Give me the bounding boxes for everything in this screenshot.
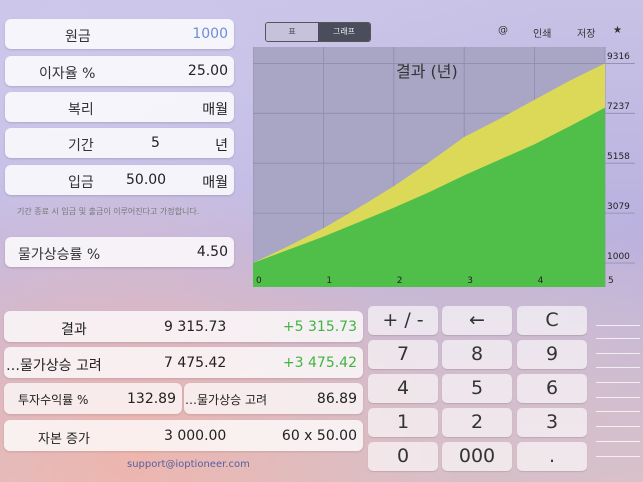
roi-adjusted-value: 86.89 — [316, 391, 357, 407]
divider-line — [596, 397, 640, 398]
principal-label: 원금 — [65, 29, 91, 45]
clear-key[interactable]: C — [517, 306, 587, 335]
digit-9-key[interactable]: 9 — [517, 340, 587, 369]
deposit-field[interactable]: 입금 50.00 매월 — [5, 165, 234, 195]
compound-value[interactable]: 매월 — [202, 99, 228, 119]
decimal-key[interactable]: . — [517, 442, 587, 471]
chart-title: 결과 (년) — [396, 62, 458, 81]
compound-label: 복리 — [68, 102, 94, 118]
inflation-adjusted-label: …물가상승 고려 — [6, 358, 102, 374]
x-tick-label: 5 — [608, 276, 614, 286]
x-tick-label: 0 — [256, 276, 262, 286]
deposit-label: 입금 — [68, 175, 94, 191]
digit-1-key[interactable]: 1 — [368, 408, 438, 437]
rate-value[interactable]: 25.00 — [188, 63, 228, 79]
print-button[interactable]: 인쇄 — [533, 25, 551, 40]
digit-6-key[interactable]: 6 — [517, 374, 587, 403]
period-field[interactable]: 기간 5 년 — [5, 128, 234, 158]
y-tick-label: 1000 — [607, 252, 630, 262]
star-icon[interactable]: ★ — [613, 25, 622, 36]
roi-row: 투자수익률 % 132.89 — [4, 383, 182, 414]
save-button[interactable]: 저장 — [577, 25, 595, 40]
digit-5-key[interactable]: 5 — [442, 374, 512, 403]
digit-0-key[interactable]: 0 — [368, 442, 438, 471]
support-email[interactable]: support@ioptioneer.com — [127, 459, 250, 470]
growth-chart — [253, 47, 635, 287]
digit-8-key[interactable]: 8 — [442, 340, 512, 369]
rate-label: 이자율 % — [39, 66, 96, 82]
result-value: 9 315.73 — [164, 319, 227, 335]
x-tick-label: 1 — [326, 276, 333, 286]
divider-line — [596, 382, 640, 383]
y-tick-label: 7237 — [607, 102, 630, 113]
divider-line — [596, 367, 640, 368]
segment-chart[interactable]: 그래프 — [318, 23, 370, 41]
inflation-adjusted-gain: +3 475.42 — [282, 355, 357, 371]
y-tick-label: 3079 — [607, 202, 630, 213]
roi-adjusted-row: …물가상승 고려 86.89 — [184, 383, 363, 414]
principal-field[interactable]: 원금 1000 — [5, 19, 234, 49]
inflation-adjusted-row: …물가상승 고려 7 475.42 +3 475.42 — [4, 347, 363, 378]
x-tick-label: 4 — [537, 276, 544, 286]
inflation-adjusted-value: 7 475.42 — [164, 355, 227, 371]
y-tick-label: 5158 — [607, 152, 630, 163]
x-tick-label: 2 — [396, 276, 403, 286]
sign-toggle-key[interactable]: + / - — [368, 306, 438, 335]
assumption-note: 기간 종료 시 입금 및 출금이 이루어진다고 가정합니다. — [17, 207, 200, 216]
email-icon[interactable]: @ — [498, 25, 508, 36]
compound-field[interactable]: 복리 매월 — [5, 92, 234, 122]
divider-line — [596, 411, 640, 412]
period-label: 기간 — [68, 138, 94, 154]
principal-value[interactable]: 1000 — [192, 26, 228, 42]
inflation-value[interactable]: 4.50 — [197, 244, 228, 260]
capital-value: 3 000.00 — [164, 428, 227, 444]
digit-2-key[interactable]: 2 — [442, 408, 512, 437]
divider-line — [596, 426, 640, 427]
divider-line — [596, 338, 640, 339]
divider-line — [596, 353, 640, 354]
capital-detail: 60 x 50.00 — [281, 428, 357, 444]
roi-value: 132.89 — [127, 391, 176, 407]
digit-7-key[interactable]: 7 — [368, 340, 438, 369]
deposit-frequency[interactable]: 매월 — [202, 172, 228, 192]
digit-4-key[interactable]: 4 — [368, 374, 438, 403]
view-segmented-control[interactable]: 표 그래프 — [265, 22, 371, 42]
divider-line — [596, 325, 640, 326]
segment-table[interactable]: 표 — [266, 23, 318, 41]
result-label: 결과 — [61, 322, 87, 338]
inflation-label: 물가상승률 % — [18, 247, 101, 263]
rate-field[interactable]: 이자율 % 25.00 — [5, 56, 234, 86]
y-tick-label: 9316 — [607, 52, 630, 63]
result-gain: +5 315.73 — [282, 319, 357, 335]
period-value[interactable]: 5 — [151, 135, 160, 151]
result-row: 결과 9 315.73 +5 315.73 — [4, 311, 363, 342]
digit-3-key[interactable]: 3 — [517, 408, 587, 437]
x-tick-label: 3 — [467, 276, 473, 286]
deposit-value[interactable]: 50.00 — [126, 172, 166, 188]
divider-line — [596, 456, 640, 457]
roi-adjusted-label: …물가상승 고려 — [185, 393, 268, 407]
period-unit: 년 — [215, 138, 228, 154]
capital-label: 자본 증가 — [38, 432, 90, 447]
triple-zero-key[interactable]: 000 — [442, 442, 512, 471]
backspace-key[interactable]: ← — [442, 306, 512, 335]
roi-label: 투자수익률 % — [18, 393, 89, 407]
capital-row: 자본 증가 3 000.00 60 x 50.00 — [4, 420, 363, 451]
divider-line — [596, 441, 640, 442]
inflation-field[interactable]: 물가상승률 % 4.50 — [5, 237, 234, 267]
